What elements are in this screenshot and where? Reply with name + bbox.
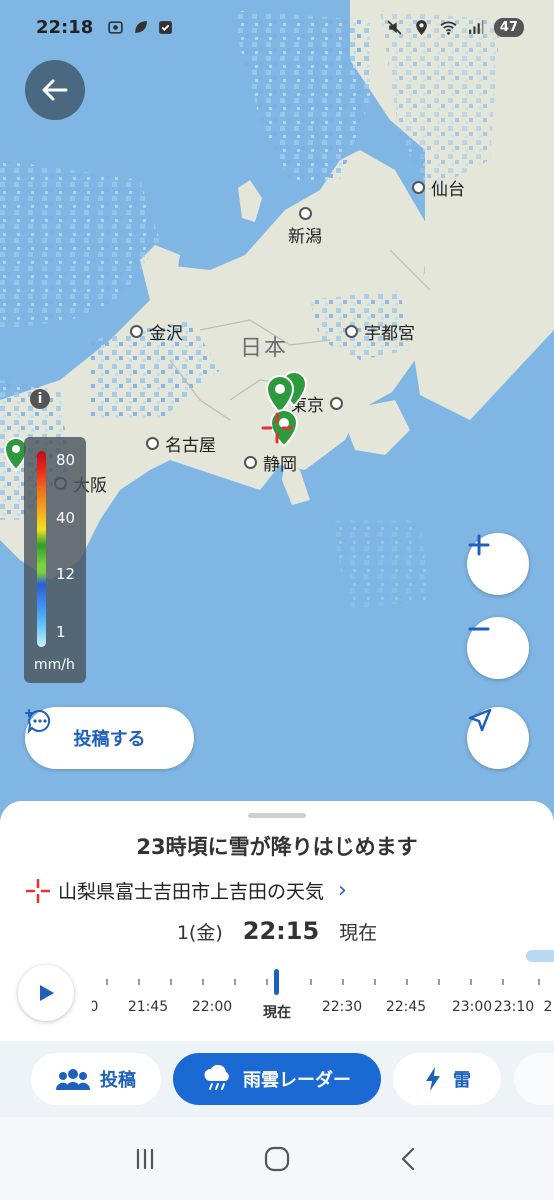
play-icon — [40, 985, 54, 1001]
lightning-icon — [426, 1067, 440, 1091]
zoom-out-button[interactable] — [467, 617, 529, 679]
tab-post[interactable]: 投稿 — [31, 1053, 161, 1105]
my-location-button[interactable] — [467, 707, 529, 769]
legend-unit: mm/h — [34, 657, 75, 673]
crosshair-icon — [261, 412, 293, 444]
city-label: 名古屋 — [165, 436, 216, 456]
rain-legend: 80 40 12 1 mm/h — [24, 437, 86, 683]
info-icon[interactable]: i — [30, 389, 50, 409]
tab-lightning[interactable]: 雷 — [393, 1053, 501, 1105]
system-navigation-bar — [0, 1117, 554, 1200]
city-shizuoka[interactable]: 静岡 — [244, 450, 297, 475]
timeline-label: 0 — [92, 999, 99, 1015]
city-label: 静岡 — [263, 455, 297, 475]
legend-tick: 1 — [56, 623, 66, 641]
navigation-arrow-icon — [468, 708, 492, 732]
leaf-icon — [135, 20, 148, 33]
battery-indicator: 47 — [493, 17, 524, 37]
rain-cloud-icon — [204, 1065, 229, 1090]
status-time: 22:18 — [36, 16, 94, 38]
people-icon — [56, 1069, 90, 1090]
timeline-slider[interactable]: 0 21:45 22:00 現在 22:30 22:45 23:00 23:10… — [92, 969, 554, 1029]
post-button-label: 投稿する — [73, 729, 146, 750]
zoom-in-button[interactable] — [467, 533, 529, 595]
tab-rain-radar[interactable]: 雨雲レーダー — [173, 1053, 381, 1105]
timeline-label: 22:00 — [191, 999, 233, 1015]
timeline-label: 23:10 — [493, 999, 535, 1015]
city-label: 新潟 — [288, 227, 322, 247]
city-kanazawa[interactable]: 金沢 — [130, 319, 183, 344]
city-niigata[interactable]: 新潟 — [288, 207, 322, 247]
timeline-label: 2 — [543, 999, 553, 1015]
post-button[interactable]: 投稿する — [25, 707, 194, 769]
location-icon — [416, 19, 427, 35]
legend-tick: 40 — [56, 509, 76, 527]
timeline-cursor[interactable] — [274, 969, 279, 995]
minus-icon — [468, 627, 490, 631]
clock-label: 22:15 — [242, 917, 320, 945]
back-arrow-icon — [42, 79, 68, 101]
legend-color-bar — [37, 451, 46, 647]
signal-icon — [469, 19, 484, 34]
play-button[interactable] — [18, 965, 74, 1021]
bottom-tab-bar: 投稿 雨雲レーダー 雷 — [0, 1041, 554, 1117]
legend-tick: 12 — [56, 565, 76, 583]
home-icon[interactable] — [263, 1145, 291, 1173]
post-bubble-icon — [25, 709, 51, 734]
status-bar: 22:18 47 — [0, 0, 554, 54]
date-label: 1(金) — [176, 922, 223, 944]
back-nav-icon[interactable] — [396, 1146, 422, 1172]
city-utsunomiya[interactable]: 宇都宮 — [345, 319, 415, 344]
now-label: 現在 — [339, 922, 378, 944]
rain-radar-map[interactable]: 日本 仙台 新潟 宇都宮 金沢 東京 名古屋 静岡 大阪 i 80 40 12 … — [0, 0, 554, 830]
tab-label: 雨雲レーダー — [243, 1070, 351, 1091]
timeline-label: 現在 — [263, 1005, 291, 1021]
timeline-label: 22:30 — [321, 999, 363, 1015]
sheet-handle[interactable] — [248, 813, 306, 818]
tab-label: 雷 — [453, 1070, 471, 1091]
city-dot — [412, 181, 425, 194]
wifi-icon — [440, 21, 457, 35]
city-label: 仙台 — [431, 180, 465, 200]
tab-more-partial[interactable] — [514, 1053, 554, 1105]
forecast-title: 23時頃に雪が降りはじめます — [136, 835, 418, 859]
city-label: 金沢 — [149, 324, 183, 344]
timeline-label: 23:00 — [451, 999, 493, 1015]
checkbox-icon — [159, 20, 173, 34]
city-dot — [146, 437, 159, 450]
timeline-label: 21:45 — [127, 999, 169, 1015]
plus-icon — [468, 534, 490, 556]
crosshair-icon — [26, 878, 50, 903]
city-label: 宇都宮 — [364, 324, 415, 344]
location-link[interactable]: 山梨県富士吉田市上吉田の天気 › — [26, 877, 347, 904]
chevron-right-icon: › — [338, 878, 347, 903]
city-nagoya[interactable]: 名古屋 — [146, 431, 216, 456]
city-dot — [130, 325, 143, 338]
city-sendai[interactable]: 仙台 — [412, 175, 465, 200]
back-button[interactable] — [25, 60, 85, 120]
location-label: 山梨県富士吉田市上吉田の天気 — [58, 881, 325, 903]
city-dot — [244, 456, 257, 469]
city-dot — [330, 397, 343, 410]
tab-label: 投稿 — [100, 1070, 136, 1091]
timeline-label: 22:45 — [385, 999, 427, 1015]
forecast-range-indicator — [526, 950, 554, 962]
mute-icon — [387, 20, 402, 34]
city-dot — [298, 207, 312, 220]
country-label: 日本 — [240, 336, 289, 361]
forecast-sheet[interactable]: 23時頃に雪が降りはじめます 山梨県富士吉田市上吉田の天気 › 1(金) 22:… — [0, 801, 554, 1041]
city-dot — [345, 325, 358, 338]
legend-tick: 80 — [56, 451, 76, 469]
current-time-row: 1(金) 22:15 現在 — [0, 917, 554, 945]
screenshot-icon — [108, 20, 124, 34]
recent-apps-icon[interactable] — [132, 1146, 158, 1172]
